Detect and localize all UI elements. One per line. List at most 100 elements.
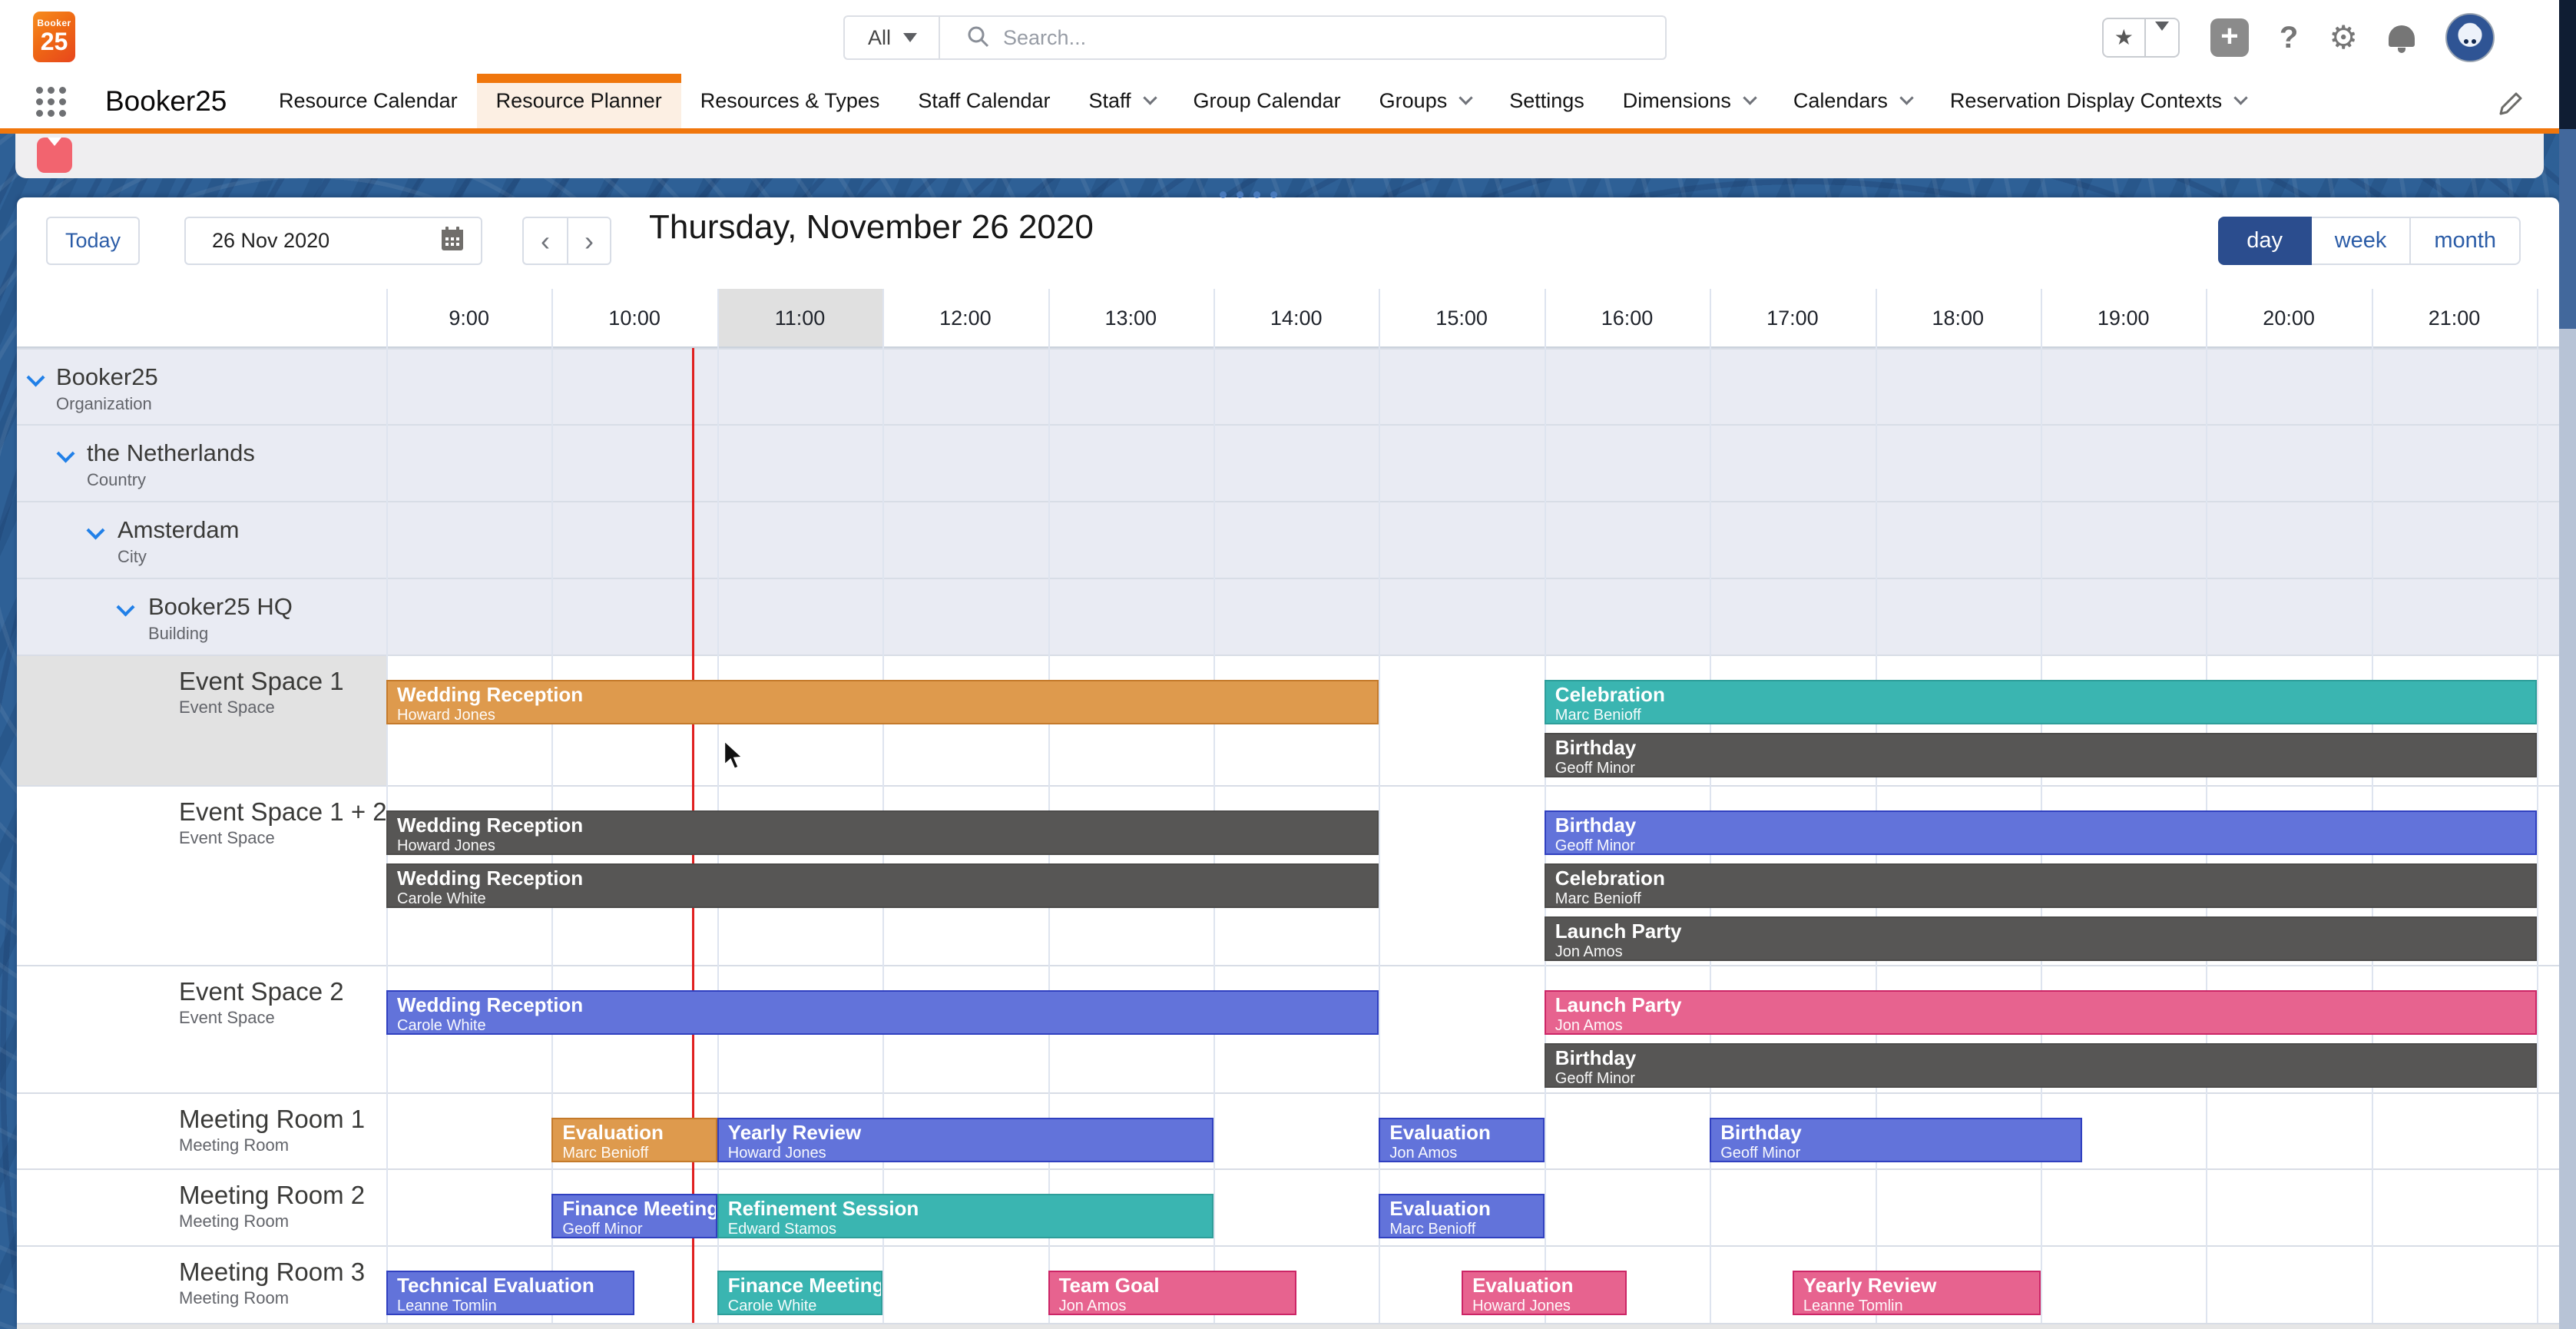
tree-expand-chevron-icon[interactable] xyxy=(116,598,134,616)
event-title: Wedding Reception xyxy=(397,993,1377,1017)
event-block-evaluation[interactable]: EvaluationMarc Benioff xyxy=(1379,1194,1544,1238)
event-reserved-for: Marc Benioff xyxy=(1389,1221,1542,1238)
day-view-button[interactable]: day xyxy=(2218,217,2312,265)
tab-label: Resource Planner xyxy=(496,89,662,113)
tab-label: Reservation Display Contexts xyxy=(1950,89,2222,113)
time-label: 20:00 xyxy=(2206,289,2371,348)
event-block-birthday[interactable]: BirthdayGeoff Minor xyxy=(1545,810,2537,855)
global-search: All xyxy=(843,15,1667,60)
tab-resources-types[interactable]: Resources & Types xyxy=(681,74,899,128)
event-block-yearly-review[interactable]: Yearly ReviewLeanne Tomlin xyxy=(1793,1271,2041,1315)
event-block-finance-meeting[interactable]: Finance MeetingCarole White xyxy=(717,1271,882,1315)
tab-label: Resource Calendar xyxy=(279,89,458,113)
tree-expand-chevron-icon[interactable] xyxy=(56,444,74,462)
help-icon[interactable]: ? xyxy=(2280,21,2298,55)
event-block-birthday[interactable]: BirthdayGeoff Minor xyxy=(1545,733,2537,777)
event-reserved-for: Marc Benioff xyxy=(562,1145,715,1162)
event-block-yearly-review[interactable]: Yearly ReviewHoward Jones xyxy=(717,1118,1214,1162)
tab-staff[interactable]: Staff xyxy=(1070,74,1174,128)
event-reserved-for: Geoff Minor xyxy=(1555,760,2535,777)
event-block-evaluation[interactable]: EvaluationHoward Jones xyxy=(1462,1271,1627,1315)
resource-row-event-space-2[interactable]: Event Space 2Event SpaceWedding Receptio… xyxy=(17,965,2559,1092)
tab-resource-planner[interactable]: Resource Planner xyxy=(477,74,681,128)
edit-pencil-icon[interactable] xyxy=(2498,91,2524,121)
tab-staff-calendar[interactable]: Staff Calendar xyxy=(899,74,1069,128)
event-block-finance-meeting[interactable]: Finance MeetingGeoff Minor xyxy=(551,1194,717,1238)
tab-resource-calendar[interactable]: Resource Calendar xyxy=(260,74,477,128)
date-value: 26 Nov 2020 xyxy=(212,229,329,253)
scrollbar-thumb[interactable] xyxy=(2559,129,2576,329)
event-block-wedding-reception[interactable]: Wedding ReceptionHoward Jones xyxy=(386,680,1379,724)
event-block-refinement-session[interactable]: Refinement SessionEdward Stamos xyxy=(717,1194,1214,1238)
time-label: 18:00 xyxy=(1876,289,2041,348)
tab-calendars[interactable]: Calendars xyxy=(1774,74,1931,128)
notification-banner xyxy=(15,134,2544,178)
group-row-booker25-hq[interactable]: Booker25 HQBuilding xyxy=(17,578,2559,655)
event-block-launch-party[interactable]: Launch PartyJon Amos xyxy=(1545,990,2537,1035)
quick-add-button[interactable]: + xyxy=(2210,18,2249,57)
tab-dimensions[interactable]: Dimensions xyxy=(1604,74,1774,128)
tree-expand-chevron-icon[interactable] xyxy=(26,368,45,386)
grid-line xyxy=(1876,289,1877,1329)
group-subtitle: Organization xyxy=(56,394,152,414)
time-label: 11:00 xyxy=(717,289,882,348)
grid-line xyxy=(2537,289,2538,1329)
search-scope-selector[interactable]: All xyxy=(845,17,939,58)
event-reserved-for: Geoff Minor xyxy=(1555,837,2535,854)
group-row-the-netherlands[interactable]: the NetherlandsCountry xyxy=(17,424,2559,501)
resource-row-meeting-room-2[interactable]: Meeting Room 2Meeting RoomFinance Meetin… xyxy=(17,1168,2559,1245)
tab-settings[interactable]: Settings xyxy=(1490,74,1604,128)
event-block-wedding-reception[interactable]: Wedding ReceptionHoward Jones xyxy=(386,810,1379,855)
event-block-birthday[interactable]: BirthdayGeoff Minor xyxy=(1545,1043,2537,1088)
user-avatar[interactable] xyxy=(2445,13,2495,62)
event-title: Evaluation xyxy=(562,1121,715,1145)
event-reserved-for: Carole White xyxy=(397,890,1377,907)
event-block-wedding-reception[interactable]: Wedding ReceptionCarole White xyxy=(386,990,1379,1035)
event-title: Wedding Reception xyxy=(397,683,1377,707)
group-subtitle: City xyxy=(118,547,147,567)
event-block-evaluation[interactable]: EvaluationMarc Benioff xyxy=(551,1118,717,1162)
event-block-evaluation[interactable]: EvaluationJon Amos xyxy=(1379,1118,1544,1162)
time-label: 15:00 xyxy=(1379,289,1544,348)
group-row-amsterdam[interactable]: AmsterdamCity xyxy=(17,501,2559,578)
event-reserved-for: Leanne Tomlin xyxy=(1803,1298,2039,1314)
resource-row-meeting-room-1[interactable]: Meeting Room 1Meeting RoomEvaluationMarc… xyxy=(17,1092,2559,1168)
event-title: Celebration xyxy=(1555,867,2535,890)
event-title: Finance Meeting xyxy=(562,1197,715,1221)
tab-groups[interactable]: Groups xyxy=(1360,74,1491,128)
tab-reservation-display-contexts[interactable]: Reservation Display Contexts xyxy=(1931,74,2265,128)
grid-line xyxy=(2041,289,2042,1329)
resource-row-event-space-1-2[interactable]: Event Space 1 + 2Event SpaceWedding Rece… xyxy=(17,785,2559,965)
resource-row-meeting-room-3[interactable]: Meeting Room 3Meeting RoomTechnical Eval… xyxy=(17,1245,2559,1329)
week-view-button[interactable]: week xyxy=(2312,217,2412,265)
chevron-down-icon xyxy=(2233,91,2247,104)
event-block-launch-party[interactable]: Launch PartyJon Amos xyxy=(1545,916,2537,961)
favorites-button[interactable]: ★ xyxy=(2102,18,2180,58)
app-navigation-bar: Booker25 Resource CalendarResource Plann… xyxy=(0,74,2559,134)
time-label: 10:00 xyxy=(551,289,717,348)
previous-day-button[interactable]: ‹ xyxy=(522,217,567,265)
event-block-wedding-reception[interactable]: Wedding ReceptionCarole White xyxy=(386,863,1379,908)
tab-group-calendar[interactable]: Group Calendar xyxy=(1174,74,1360,128)
app-launcher-icon[interactable] xyxy=(36,87,66,117)
event-title: Wedding Reception xyxy=(397,814,1377,837)
notifications-bell-icon[interactable] xyxy=(2389,22,2415,53)
gear-icon[interactable]: ⚙ xyxy=(2329,22,2358,54)
event-reserved-for: Jon Amos xyxy=(1555,943,2535,960)
month-view-button[interactable]: month xyxy=(2411,217,2521,265)
date-picker-input[interactable]: 26 Nov 2020 xyxy=(184,217,482,265)
event-block-celebration[interactable]: CelebrationMarc Benioff xyxy=(1545,863,2537,908)
event-block-technical-evaluation[interactable]: Technical EvaluationLeanne Tomlin xyxy=(386,1271,634,1315)
group-row-booker25[interactable]: Booker25Organization xyxy=(17,348,2559,424)
event-block-birthday[interactable]: BirthdayGeoff Minor xyxy=(1710,1118,2082,1162)
tab-label: Settings xyxy=(1509,89,1584,113)
today-button[interactable]: Today xyxy=(46,217,140,265)
time-label: 9:00 xyxy=(386,289,551,348)
resource-row-event-space-1[interactable]: Event Space 1Event SpaceWedding Receptio… xyxy=(17,655,2559,785)
event-block-celebration[interactable]: CelebrationMarc Benioff xyxy=(1545,680,2537,724)
grid-line xyxy=(551,289,553,1329)
next-day-button[interactable]: › xyxy=(567,217,611,265)
tree-expand-chevron-icon[interactable] xyxy=(86,521,104,539)
search-input[interactable] xyxy=(1003,26,1587,50)
event-block-team-goal[interactable]: Team GoalJon Amos xyxy=(1048,1271,1296,1315)
